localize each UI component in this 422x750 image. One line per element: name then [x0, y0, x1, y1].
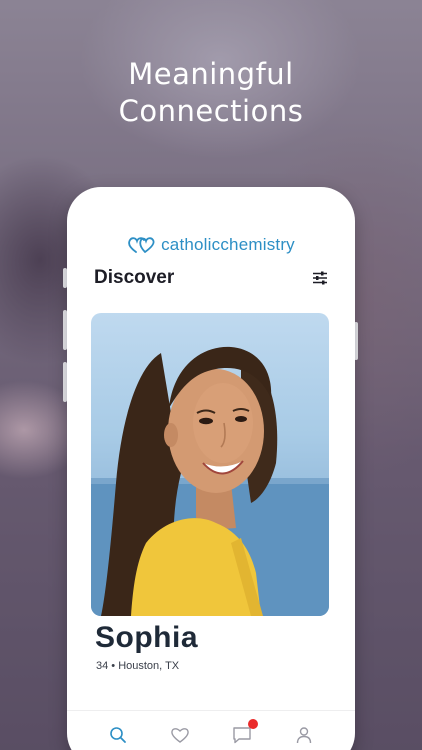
- profile-icon: [296, 726, 312, 743]
- phone-mockup: catholicchemistry Discover Sophia 34 • H…: [67, 187, 355, 750]
- headline-line-1: Meaningful: [128, 57, 294, 91]
- sliders-icon[interactable]: [312, 270, 328, 286]
- tab-messages[interactable]: [230, 718, 258, 747]
- chat-icon: [233, 726, 251, 743]
- hearts-logo-icon: [128, 237, 155, 253]
- profile-details: 34 • Houston, TX: [96, 660, 180, 672]
- tab-discover[interactable]: [106, 723, 130, 747]
- notification-badge: [248, 718, 258, 729]
- tab-likes[interactable]: [168, 723, 192, 747]
- headline-line-2: Connections: [118, 94, 304, 128]
- logo-wordmark-part2: chemistry: [220, 235, 295, 254]
- discover-header: Discover: [94, 267, 328, 289]
- app-logo: catholicchemistry: [67, 235, 355, 255]
- bottom-tab-bar: [67, 710, 355, 750]
- search-icon: [110, 726, 126, 743]
- logo-wordmark: catholicchemistry: [161, 235, 295, 255]
- headline: Meaningful Connections: [0, 56, 422, 130]
- profile-name: Sophia: [95, 621, 199, 654]
- profile-photo-illustration: [91, 346, 329, 616]
- heart-icon: [171, 727, 189, 743]
- profile-photo[interactable]: [91, 313, 329, 616]
- page-title: Discover: [94, 267, 175, 288]
- tab-profile[interactable]: [292, 723, 316, 747]
- logo-wordmark-part1: catholic: [161, 235, 221, 254]
